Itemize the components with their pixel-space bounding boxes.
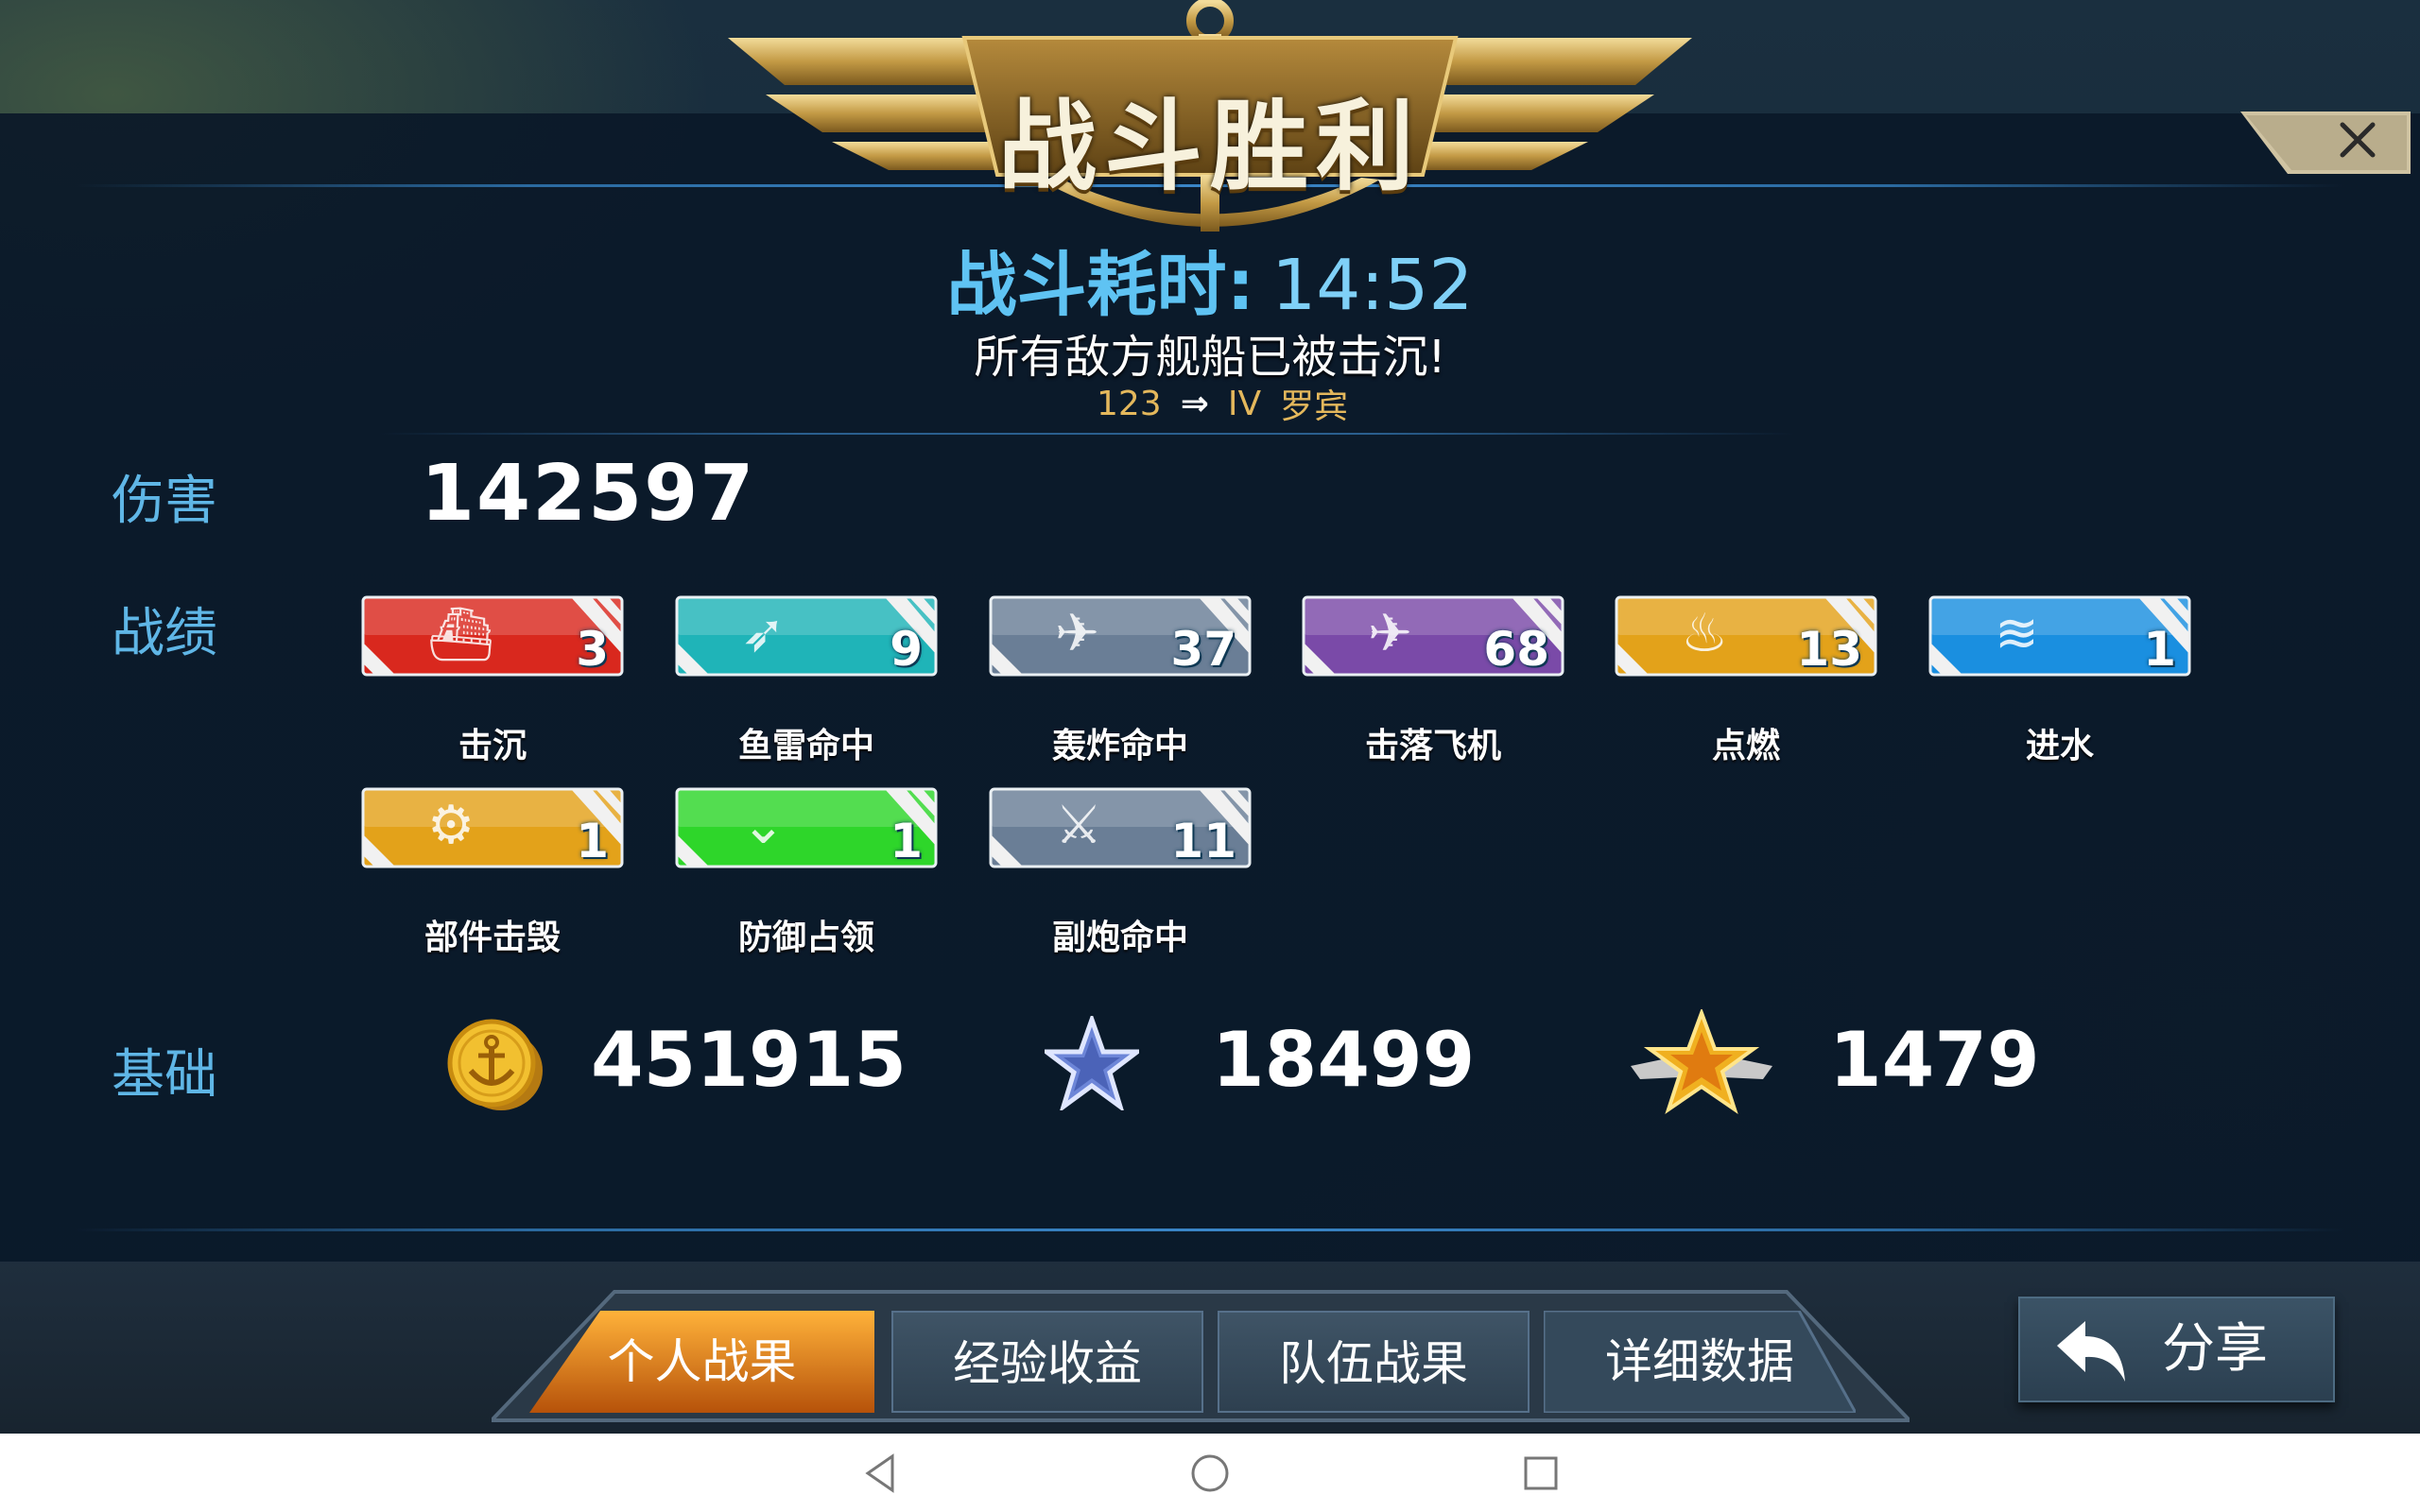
badge-count: 1: [576, 814, 609, 868]
flood-icon: ≋: [1995, 603, 2039, 664]
badge-caption: 进水: [2025, 727, 2094, 765]
torpedo-icon: ➶: [741, 603, 786, 664]
bomber-icon: ✈: [1055, 603, 1099, 664]
badge-caption: 部件击毁: [424, 919, 561, 957]
record-label: 战绩: [112, 603, 217, 664]
close-button[interactable]: [2240, 112, 2411, 174]
divider-bottom: [76, 1228, 2344, 1231]
player-info: 123 ⇒ IV 罗宾: [1097, 380, 1348, 427]
share-button[interactable]: 分享: [2018, 1297, 2335, 1402]
badge-gear: ⚙ 1: [361, 787, 624, 868]
badge-shield-chevron: ⌄ 1: [675, 787, 938, 868]
badge-flood: ≋ 1: [1928, 595, 2191, 677]
badge-count: 68: [1483, 622, 1549, 677]
tab-label: 详细数据: [1605, 1334, 1794, 1389]
result-message: 所有敌方舰船已被击沉!: [974, 331, 1446, 384]
badge-caption: 点燃: [1711, 727, 1780, 765]
badge-count: 13: [1796, 622, 1862, 677]
badge-bomber: ✈ 37: [989, 595, 1252, 677]
badge-count: 11: [1170, 814, 1236, 868]
badge-caption: 轰炸命中: [1051, 727, 1188, 765]
player-name: 罗宾: [1280, 387, 1349, 426]
gear-icon: ⚙: [427, 795, 475, 856]
badge-count: 37: [1170, 622, 1236, 677]
badge-caption: 鱼雷命中: [737, 727, 874, 765]
result-tabs: 个人战果 经验收益 队伍战果 详细数据: [492, 1290, 1910, 1422]
badge-ship: ⛴ 3: [361, 595, 624, 677]
blue-star-icon: [1045, 1016, 1139, 1110]
tab-experience-income[interactable]: 经验收益: [891, 1311, 1203, 1413]
winged-gold-star-icon: [1631, 1009, 1772, 1114]
battle-duration: 战斗耗时: 14:52: [0, 229, 2420, 330]
badge-planes: ✈ 68: [1302, 595, 1564, 677]
turret-icon: ⚔: [1055, 795, 1103, 856]
tab-label: 经验收益: [953, 1336, 1142, 1391]
exp-value: 18499: [1212, 1016, 1476, 1104]
rank-arrow-icon: ⇒: [1180, 384, 1209, 423]
badge-caption: 防御占领: [737, 919, 874, 957]
player-tier: IV: [1227, 384, 1262, 423]
shield-chevron-icon: ⌄: [741, 795, 786, 856]
badge-count: 3: [576, 622, 609, 677]
badge-count: 9: [890, 622, 923, 677]
tab-team-results[interactable]: 队伍战果: [1218, 1311, 1530, 1413]
share-arrow-icon: [2057, 1321, 2125, 1382]
damage-label: 伤害: [112, 471, 217, 532]
badge-turret: ⚔ 11: [989, 787, 1252, 868]
victory-title: 战斗胜利: [997, 89, 1422, 204]
badge-torpedo: ➶ 9: [675, 595, 938, 677]
tab-detailed-data[interactable]: 详细数据: [1544, 1311, 1856, 1413]
badge-caption: 副炮命中: [1051, 919, 1188, 957]
share-label: 分享: [2162, 1318, 2268, 1380]
planes-icon: ✈: [1368, 603, 1412, 664]
coins-value: 451915: [591, 1016, 907, 1104]
badge-count: 1: [890, 814, 923, 868]
tab-personal-results[interactable]: 个人战果: [529, 1311, 874, 1413]
tab-label: 队伍战果: [1279, 1336, 1468, 1391]
badge-caption: 击沉: [458, 727, 527, 765]
tab-label: 个人战果: [607, 1334, 797, 1389]
duration-label: 战斗耗时:: [946, 245, 1255, 326]
damage-value: 142597: [421, 449, 756, 539]
duration-value: 14:52: [1271, 245, 1474, 326]
badge-fire: ♨ 13: [1615, 595, 1877, 677]
recents-square-icon[interactable]: [1520, 1452, 1562, 1494]
base-label: 基础: [112, 1044, 217, 1106]
player-level: 123: [1097, 384, 1162, 423]
ship-icon: ⛴: [427, 604, 495, 665]
badge-caption: 击落飞机: [1364, 727, 1501, 765]
fire-icon: ♨: [1681, 603, 1729, 664]
anchor-coin-icon: [447, 1019, 543, 1110]
back-triangle-icon[interactable]: [860, 1452, 902, 1494]
badge-count: 1: [2143, 622, 2176, 677]
merit-value: 1479: [1829, 1016, 2040, 1104]
divider-mid: [378, 433, 1796, 435]
home-circle-icon[interactable]: [1189, 1452, 1231, 1494]
